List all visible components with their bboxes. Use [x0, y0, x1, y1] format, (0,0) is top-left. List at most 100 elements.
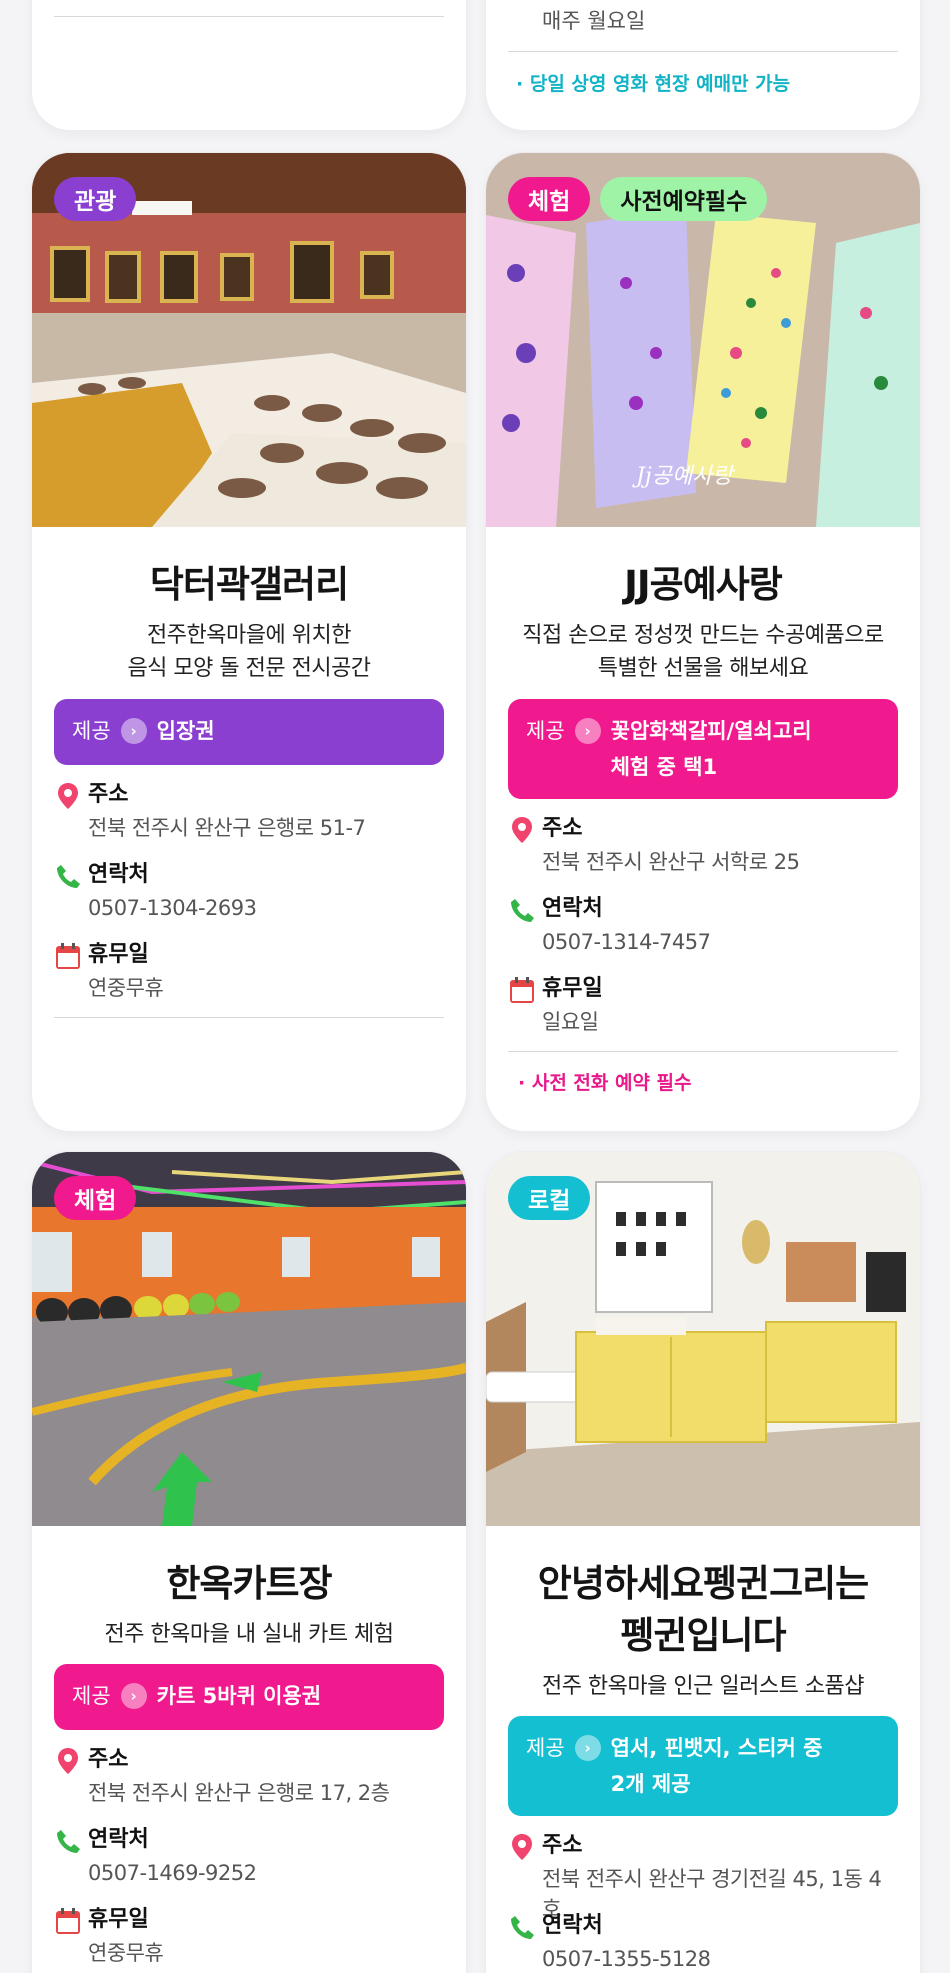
card-dr-kwak-gallery[interactable]: 관광 닥터곽갤러리 전주한옥마을에 위치한 음식 모양 돌 전문 전시공간 제공…: [32, 153, 466, 1131]
address-value: 전북 전주시 완산구 은행로 51-7: [88, 816, 366, 840]
phone-icon: [57, 865, 80, 888]
card-partial-left: [32, 0, 466, 130]
card-hanok-kart[interactable]: 체험 한옥카트장 전주 한옥마을 내 실내 카트 체험 제공 › 카트 5바퀴 …: [32, 1152, 466, 1973]
place-desc-line1: 전주 한옥마을 내 실내 카트 체험: [104, 1622, 394, 1647]
phone-icon: [57, 1830, 80, 1853]
place-desc-line1: 전주 한옥마을 인근 일러스트 소품샵: [541, 1674, 865, 1699]
offer-box: 제공 › 카트 5바퀴 이용권: [54, 1664, 444, 1730]
contact-row: 연락처 0507-1304-2693: [54, 859, 444, 939]
place-title: JJ공예사랑: [624, 563, 783, 606]
offer-label: 제공: [72, 719, 111, 743]
offer-box: 제공 › 꽃압화책갈피/열쇠고리 체험 중 택1: [508, 699, 898, 799]
chevron-right-icon: ›: [120, 1683, 147, 1709]
category-badge: 체험: [54, 1176, 137, 1220]
place-title-line2: 펭귄입니다: [620, 1614, 786, 1657]
phone-icon: [511, 1916, 534, 1939]
closed-row: 휴무일 연중무휴: [54, 939, 444, 1019]
calendar-icon: [56, 1908, 80, 1934]
divider: [54, 16, 444, 17]
closed-value: 일요일: [542, 1010, 599, 1034]
contact-value: 0507-1469-9252: [88, 1861, 257, 1885]
place-title-line1: 안녕하세요펭귄그리는: [537, 1562, 869, 1605]
card-penguin-shop[interactable]: 로컬 안녕하세요펭귄그리는 펭귄입니다 전주 한옥마을 인근 일러스트 소품샵 …: [486, 1152, 920, 1973]
badge-group: 로컬: [508, 1176, 591, 1220]
address-label: 주소: [88, 782, 129, 807]
badge-group: 체험 사전예약필수: [508, 177, 768, 221]
card-partial-right: 매주 월요일 · 당일 상영 영화 현장 예매만 가능: [486, 0, 920, 130]
contact-row: 연락처 0507-1355-5128: [508, 1910, 898, 1973]
address-row: 주소 전북 전주시 완산구 서학로 25: [508, 813, 898, 893]
closed-value: 연중무휴: [88, 976, 164, 1000]
contact-row: 연락처 0507-1314-7457: [508, 893, 898, 973]
place-desc-line1: 직접 손으로 정성껏 만드는 수공예품으로: [522, 623, 884, 648]
chevron-right-icon: ›: [120, 718, 147, 744]
contact-label: 연락처: [542, 1913, 603, 1938]
offer-value: 카트 5바퀴 이용권: [156, 1684, 322, 1708]
divider: [508, 51, 898, 52]
address-row: 주소 전북 전주시 완산구 경기전길 45, 1동 4호: [508, 1830, 898, 1921]
place-desc-line2: 음식 모양 돌 전문 전시공간: [127, 656, 371, 681]
badge-group: 관광: [54, 177, 137, 221]
category-badge: 체험: [508, 177, 591, 221]
location-pin-icon: [58, 783, 78, 809]
closed-value: 매주 월요일: [542, 9, 646, 33]
offer-label: 제공: [526, 1736, 565, 1760]
offer-label: 제공: [526, 719, 565, 743]
calendar-icon: [56, 943, 80, 969]
place-title: 한옥카트장: [166, 1562, 332, 1605]
offer-box: 제공 › 엽서, 핀뱃지, 스티커 중 2개 제공: [508, 1716, 898, 1816]
calendar-icon: [508, 0, 536, 5]
place-desc-line2: 특별한 선물을 해보세요: [597, 656, 809, 681]
contact-value: 0507-1314-7457: [542, 930, 711, 954]
closed-label: 휴무일: [88, 942, 149, 967]
offer-value-line1: 꽃압화책갈피/열쇠고리: [610, 719, 812, 743]
info-list: 주소 전북 전주시 완산구 경기전길 45, 1동 4호 연락처 0507-13…: [508, 1830, 898, 1973]
divider: [54, 1017, 444, 1018]
category-badge: 관광: [54, 177, 137, 221]
chevron-right-icon: ›: [574, 718, 601, 744]
offer-label: 제공: [72, 1684, 111, 1708]
info-list: 주소 전북 전주시 완산구 은행로 17, 2층 연락처 0507-1469-9…: [54, 1744, 444, 1973]
category-badge: 로컬: [508, 1176, 591, 1220]
address-label: 주소: [88, 1747, 129, 1772]
address-value: 전북 전주시 완산구 은행로 17, 2층: [88, 1781, 390, 1805]
info-list: 주소 전북 전주시 완산구 서학로 25 연락처 0507-1314-7457 …: [508, 813, 898, 1053]
contact-label: 연락처: [88, 1827, 149, 1852]
contact-row: 연락처 0507-1469-9252: [54, 1824, 444, 1904]
place-desc-line1: 전주한옥마을에 위치한: [147, 623, 351, 648]
location-pin-icon: [512, 817, 532, 843]
phone-icon: [511, 899, 534, 922]
note-text: · 사전 전화 예약 필수: [518, 1072, 692, 1094]
badge-group: 체험: [54, 1176, 137, 1220]
closed-row: 휴무일 연중무휴: [54, 1904, 444, 1973]
reservation-badge: 사전예약필수: [600, 177, 768, 221]
closed-label: 휴무일: [542, 976, 603, 1001]
photo-caption: Jj공예사랑: [632, 464, 735, 489]
offer-box: 제공 › 입장권: [54, 699, 444, 765]
location-pin-icon: [512, 1834, 532, 1860]
address-value: 전북 전주시 완산구 서학로 25: [542, 850, 800, 874]
note-text: · 당일 상영 영화 현장 예매만 가능: [516, 73, 791, 95]
closed-row: 휴무일 일요일: [508, 973, 898, 1053]
info-list: 주소 전북 전주시 완산구 은행로 51-7 연락처 0507-1304-269…: [54, 779, 444, 1019]
offer-value-line2: 체험 중 택1: [610, 755, 718, 779]
contact-value: 0507-1355-5128: [542, 1947, 711, 1971]
place-title: 닥터곽갤러리: [149, 563, 349, 606]
divider: [508, 1051, 898, 1052]
address-row: 주소 전북 전주시 완산구 은행로 17, 2층: [54, 1744, 444, 1824]
closed-value: 연중무휴: [88, 1941, 164, 1965]
card-jj-craft[interactable]: Jj공예사랑 체험 사전예약필수 JJ공예사랑 직접 손으로 정성껏 만드는 수…: [486, 153, 920, 1131]
offer-value-line2: 2개 제공: [610, 1772, 691, 1796]
contact-label: 연락처: [88, 862, 149, 887]
offer-value: 입장권: [156, 719, 215, 743]
contact-label: 연락처: [542, 896, 603, 921]
address-label: 주소: [542, 1833, 583, 1858]
chevron-right-icon: ›: [574, 1735, 601, 1761]
closed-label: 휴무일: [88, 1907, 149, 1932]
address-row: 주소 전북 전주시 완산구 은행로 51-7: [54, 779, 444, 859]
offer-value-line1: 엽서, 핀뱃지, 스티커 중: [610, 1736, 823, 1760]
location-pin-icon: [58, 1748, 78, 1774]
address-label: 주소: [542, 816, 583, 841]
contact-value: 0507-1304-2693: [88, 896, 257, 920]
calendar-icon: [510, 977, 534, 1003]
